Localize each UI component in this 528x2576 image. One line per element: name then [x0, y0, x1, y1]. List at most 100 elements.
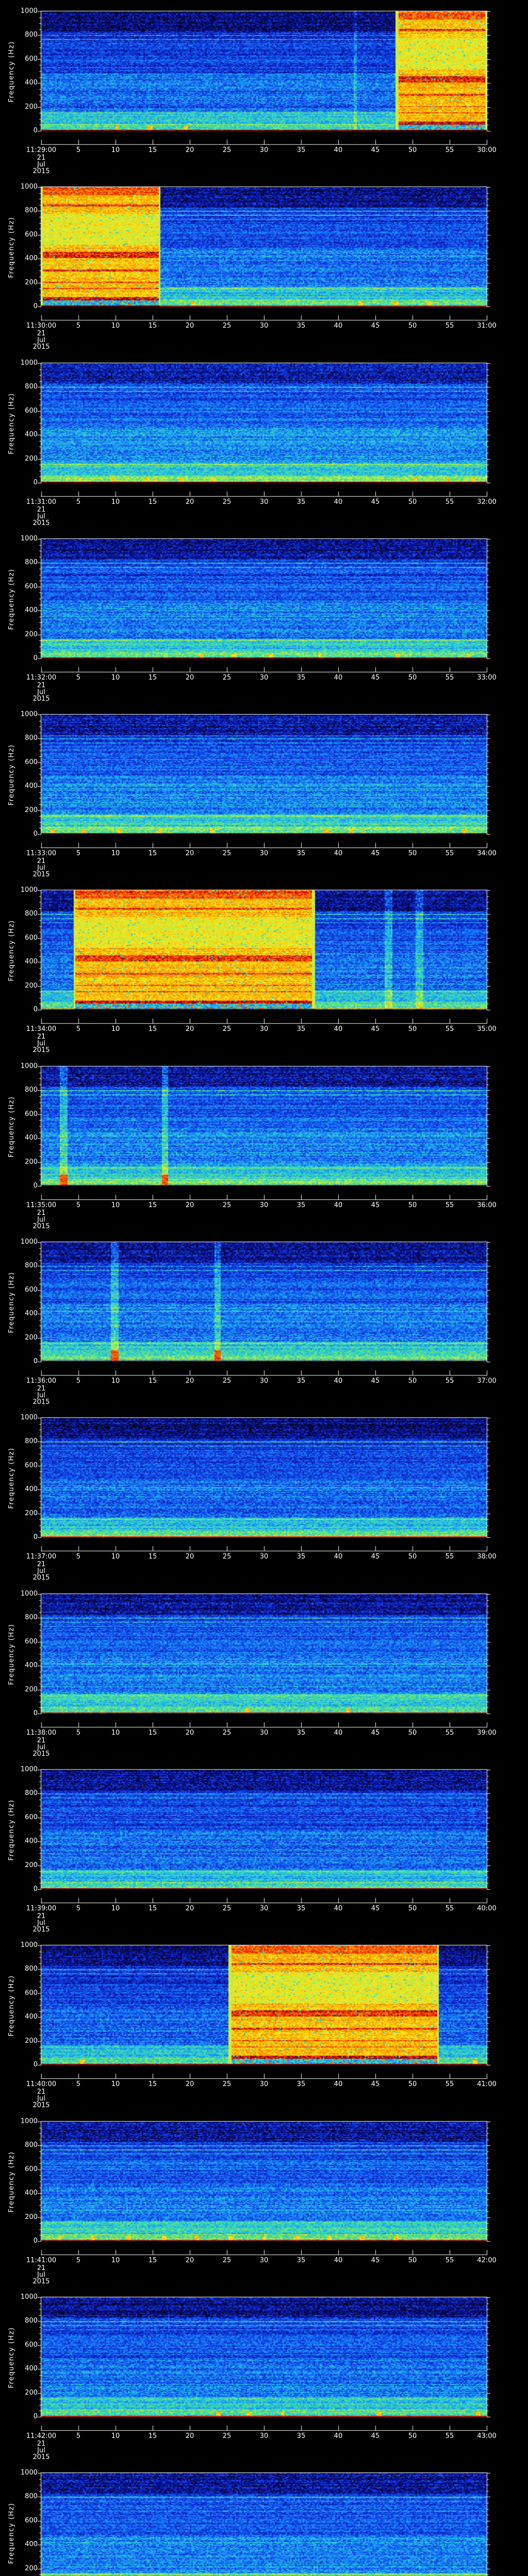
x-end-time-label: 40:00	[477, 1905, 497, 1912]
y-axis-title: Frequency (Hz)	[8, 1447, 15, 1509]
y-tick-label: 200	[25, 2213, 38, 2221]
date-line: 2015	[32, 2102, 50, 2109]
spectrogram-panel: Frequency (Hz) 1000 800 600 400 200 0 11:38:0…	[0, 1583, 528, 1758]
y-tick-label: 1000	[20, 7, 38, 15]
spectrogram-panel: Frequency (Hz) 1000 800 600 400 200 0 11:41:0…	[0, 2110, 528, 2286]
date-line: 2015	[32, 1574, 50, 1582]
spectrogram-panel: Frequency (Hz) 1000 800 600 400 200 0 11:33:0…	[0, 703, 528, 879]
x-end-time-label: 43:00	[477, 2432, 497, 2440]
y-tick-label: 800	[25, 1086, 38, 1094]
date-label: 21 Jul 2015	[10, 1913, 72, 1933]
y-axis-title: Frequency (Hz)	[8, 2327, 15, 2388]
y-tick-label: 400	[25, 255, 38, 263]
x-end-time-label: 37:00	[477, 1377, 497, 1385]
x-end-time-label: 41:00	[477, 2080, 497, 2088]
y-tick-label: 200	[25, 2564, 38, 2572]
y-tick-label: 1000	[20, 886, 38, 894]
date-line: 2015	[32, 1398, 50, 1406]
y-axis-title: Frequency (Hz)	[8, 1799, 15, 1861]
y-axis-title: Frequency (Hz)	[8, 1975, 15, 2037]
date-line: 2015	[32, 167, 50, 175]
y-tick-label: 600	[25, 582, 38, 590]
x-end-time-label: 42:00	[477, 2257, 497, 2264]
y-tick-label: 400	[25, 2365, 38, 2373]
y-axis-title: Frequency (Hz)	[8, 920, 15, 981]
date-line: 2015	[32, 871, 50, 878]
y-tick-label: 200	[25, 806, 38, 814]
date-label: 21 Jul 2015	[10, 682, 72, 702]
y-tick-label: 1000	[20, 535, 38, 543]
y-axis-title: Frequency (Hz)	[8, 41, 15, 103]
x-end-time-label: 30:00	[477, 146, 497, 154]
y-tick-label: 600	[25, 758, 38, 766]
y-tick-label: 800	[25, 2317, 38, 2325]
y-tick-label: 1000	[20, 359, 38, 367]
y-axis-title: Frequency (Hz)	[8, 1096, 15, 1158]
y-tick-label: 600	[25, 55, 38, 63]
y-tick-label: 0	[33, 2061, 38, 2069]
y-tick-label: 200	[25, 981, 38, 990]
spectrogram-panel: Frequency (Hz) 1000 800 600 400 200 0 11:30:0…	[0, 176, 528, 351]
date-label: 21 Jul 2015	[10, 1210, 72, 1230]
y-tick-label: 1000	[20, 2469, 38, 2477]
y-tick-label: 400	[25, 2189, 38, 2197]
y-tick-label: 200	[25, 630, 38, 638]
x-end-time-label: 38:00	[477, 1553, 497, 1561]
y-tick-label: 1000	[20, 1590, 38, 1598]
y-tick-label: 200	[25, 1158, 38, 1166]
x-end-time-label: 34:00	[477, 850, 497, 857]
spectrogram-panel: Frequency (Hz) 1000 800 600 400 200 0 11:39:0…	[0, 1758, 528, 1934]
y-axis-title: Frequency (Hz)	[8, 2502, 15, 2564]
spectrogram-panel: Frequency (Hz) 1000 800 600 400 200 0 11:29:0…	[0, 0, 528, 176]
y-tick-label: 800	[25, 910, 38, 918]
y-tick-label: 600	[25, 934, 38, 942]
y-tick-label: 1000	[20, 1062, 38, 1070]
y-tick-label: 800	[25, 1789, 38, 1798]
spectrogram-panel: Frequency (Hz) 1000 800 600 400 200 0 11:31:0…	[0, 352, 528, 528]
date-label: 21 Jul 2015	[10, 2441, 72, 2461]
y-tick-label: 0	[33, 830, 38, 838]
y-tick-label: 200	[25, 2037, 38, 2045]
y-tick-label: 1000	[20, 710, 38, 718]
y-tick-label: 0	[33, 1182, 38, 1190]
y-tick-label: 200	[25, 278, 38, 286]
spectrogram-figure: Frequency (Hz) 1000 800 600 400 200 0 11:29:0…	[0, 0, 528, 2576]
y-tick-label: 800	[25, 31, 38, 39]
date-label: 21 Jul 2015	[10, 155, 72, 175]
y-tick-label: 400	[25, 1837, 38, 1845]
date-label: 21 Jul 2015	[10, 1033, 72, 1054]
y-tick-label: 200	[25, 454, 38, 463]
y-tick-label: 600	[25, 1461, 38, 1469]
y-axis-title: Frequency (Hz)	[8, 2151, 15, 2213]
y-tick-label: 1000	[20, 1414, 38, 1421]
y-tick-label: 0	[33, 1533, 38, 1541]
x-end-time-label: 36:00	[477, 1201, 497, 1209]
y-tick-label: 800	[25, 1262, 38, 1270]
y-tick-label: 400	[25, 782, 38, 790]
y-tick-label: 0	[33, 127, 38, 134]
y-tick-label: 400	[25, 606, 38, 615]
spectrogram-panel: Frequency (Hz) 1000 800 600 400 200 0 11:36:0…	[0, 1231, 528, 1406]
y-tick-label: 800	[25, 207, 38, 215]
y-tick-label: 1000	[20, 2117, 38, 2125]
date-line: 2015	[32, 695, 50, 703]
y-tick-label: 1000	[20, 1238, 38, 1246]
date-line: 2015	[32, 2453, 50, 2461]
y-tick-label: 0	[33, 2413, 38, 2420]
y-tick-label: 400	[25, 79, 38, 87]
y-tick-label: 800	[25, 2141, 38, 2149]
y-tick-label: 400	[25, 1134, 38, 1142]
y-tick-label: 400	[25, 1485, 38, 1494]
y-tick-label: 200	[25, 1861, 38, 1869]
y-tick-label: 600	[25, 1110, 38, 1118]
y-tick-label: 0	[33, 479, 38, 486]
y-tick-label: 1000	[20, 1766, 38, 1773]
spectrogram-panel: Frequency (Hz) 1000 800 600 400 200 0 11:40:0…	[0, 1934, 528, 2110]
spectrogram-canvas	[0, 2462, 528, 2576]
y-tick-label: 200	[25, 103, 38, 111]
y-tick-label: 0	[33, 1709, 38, 1717]
y-tick-label: 800	[25, 1965, 38, 1973]
y-tick-label: 800	[25, 734, 38, 742]
y-tick-label: 400	[25, 2013, 38, 2021]
y-tick-label: 0	[33, 302, 38, 310]
